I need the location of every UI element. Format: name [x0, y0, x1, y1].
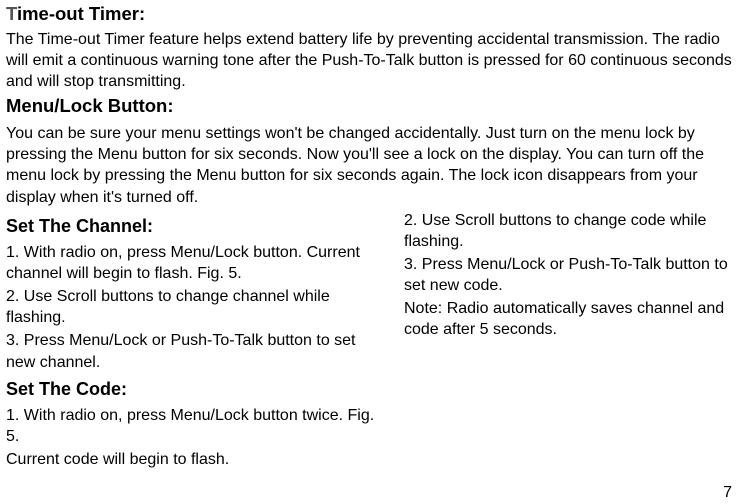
set-channel-step1: 1. With radio on, press Menu/Lock button…: [6, 242, 386, 284]
left-column: Set The Channel: 1. With radio on, press…: [6, 210, 386, 473]
timeout-timer-heading: Time-out Timer:: [6, 2, 734, 27]
set-code-heading: Set The Code:: [6, 377, 386, 401]
menu-lock-heading: Menu/Lock Button:: [6, 94, 734, 119]
menu-lock-body: You can be sure your menu settings won't…: [6, 123, 734, 207]
set-code-note: Note: Radio automatically saves channel …: [404, 298, 739, 340]
page-number: 7: [723, 482, 732, 504]
heading-rest: ime-out Timer:: [17, 3, 145, 24]
set-code-step1: 1. With radio on, press Menu/Lock button…: [6, 405, 386, 447]
set-channel-step2: 2. Use Scroll buttons to change channel …: [6, 286, 386, 328]
set-code-step2: 2. Use Scroll buttons to change code whi…: [404, 210, 739, 252]
set-channel-step3: 3. Press Menu/Lock or Push-To-Talk butto…: [6, 330, 386, 372]
heading-first-letter: T: [6, 3, 17, 24]
timeout-timer-body: The Time-out Timer feature helps extend …: [6, 29, 734, 92]
set-code-step3: 3. Press Menu/Lock or Push-To-Talk butto…: [404, 254, 739, 296]
right-column: 2. Use Scroll buttons to change code whi…: [404, 210, 739, 473]
set-channel-heading: Set The Channel:: [6, 214, 386, 238]
set-code-line2: Current code will begin to flash.: [6, 449, 386, 470]
